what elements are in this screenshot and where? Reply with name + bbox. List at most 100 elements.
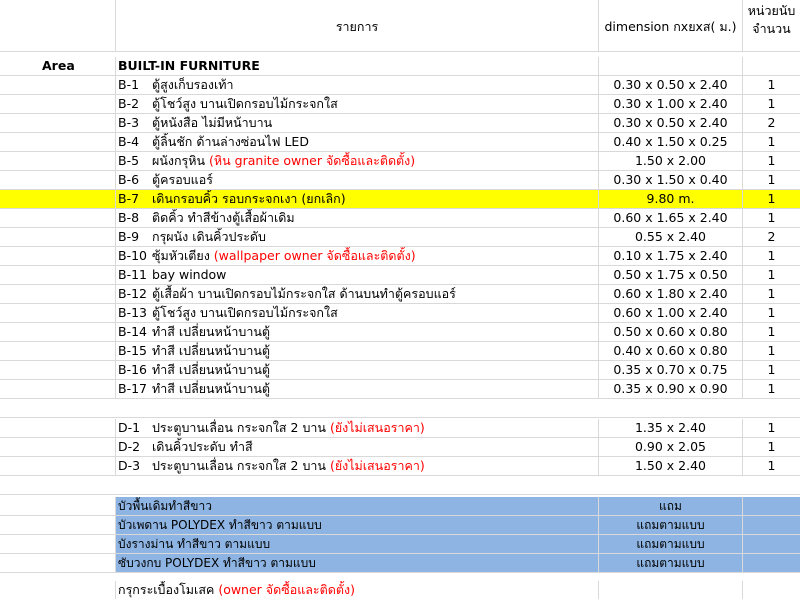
empty-cell[interactable] [0, 554, 116, 572]
empty-cell[interactable] [743, 535, 800, 553]
item-quantity-cell[interactable]: 2 [743, 228, 800, 246]
item-description-cell[interactable]: B-2 ตู้โชว์สูง บานเปิดกรอบไม้กระจกใส [116, 95, 599, 113]
item-quantity-cell[interactable]: 1 [743, 247, 800, 265]
door-dimension-cell[interactable]: 1.50 x 2.40 [599, 457, 743, 475]
mosaic-description-cell[interactable]: กรุกระเบื้องโมเสค (owner จัดซื้อและติดตั… [116, 581, 599, 599]
item-quantity-cell[interactable]: 1 [743, 266, 800, 284]
door-description-cell[interactable]: D-2 เดินคิ้วประดับ ทำสี [116, 438, 599, 456]
empty-cell[interactable] [0, 133, 116, 151]
item-dimension-cell[interactable]: 0.40 x 0.60 x 0.80 [599, 342, 743, 360]
empty-cell[interactable] [743, 581, 800, 599]
item-dimension-cell[interactable]: 0.60 x 1.00 x 2.40 [599, 304, 743, 322]
item-quantity-cell[interactable]: 1 [743, 323, 800, 341]
header-item-cell[interactable]: รายการ [116, 0, 599, 51]
item-quantity-cell[interactable]: 1 [743, 152, 800, 170]
item-dimension-cell[interactable]: 0.50 x 0.60 x 0.80 [599, 323, 743, 341]
empty-cell[interactable] [0, 190, 116, 208]
header-empty-cell[interactable] [0, 0, 116, 51]
item-description-cell[interactable]: B-7 เดินกรอบคิ้ว รอบกระจกเงา (ยกเลิก) [116, 190, 599, 208]
door-quantity-cell[interactable]: 1 [743, 438, 800, 456]
empty-cell[interactable] [0, 535, 116, 553]
door-quantity-cell[interactable]: 1 [743, 457, 800, 475]
extra-dimension-cell[interactable]: แถมตามแบบ [599, 535, 743, 553]
extra-dimension-cell[interactable]: แถม [599, 497, 743, 515]
item-description-cell[interactable]: B-6 ตู้ครอบแอร์ [116, 171, 599, 189]
empty-cell[interactable] [743, 554, 800, 572]
item-quantity-cell[interactable]: 1 [743, 285, 800, 303]
empty-cell[interactable] [0, 380, 116, 398]
item-dimension-cell[interactable]: 0.10 x 1.75 x 2.40 [599, 247, 743, 265]
item-description-cell[interactable]: B-4 ตู้ลิ้นชัก ด้านล่างซ่อนไฟ LED [116, 133, 599, 151]
item-dimension-cell[interactable]: 0.60 x 1.65 x 2.40 [599, 209, 743, 227]
item-quantity-cell[interactable]: 2 [743, 114, 800, 132]
item-description-cell[interactable]: B-5 ผนังกรุหิน (หิน granite owner จัดซื้อ… [116, 152, 599, 170]
item-description-cell[interactable]: B-8 ติดคิ้ว ทำสีข้างตู้เสื้อผ้าเดิม [116, 209, 599, 227]
item-dimension-cell[interactable]: 0.30 x 0.50 x 2.40 [599, 114, 743, 132]
item-quantity-cell[interactable]: 1 [743, 190, 800, 208]
extra-description-cell[interactable]: บัวเพดาน POLYDEX ทำสีขาว ตามแบบ [116, 516, 599, 534]
item-quantity-cell[interactable]: 1 [743, 361, 800, 379]
empty-cell[interactable] [0, 323, 116, 341]
item-quantity-cell[interactable]: 1 [743, 133, 800, 151]
empty-cell[interactable] [0, 76, 116, 94]
item-description-cell[interactable]: B-17 ทำสี เปลี่ยนหน้าบานตู้ [116, 380, 599, 398]
empty-cell[interactable] [0, 171, 116, 189]
item-description-cell[interactable]: B-9 กรุผนัง เดินคิ้วประดับ [116, 228, 599, 246]
area-label[interactable]: Area [0, 57, 116, 75]
item-quantity-cell[interactable]: 1 [743, 209, 800, 227]
item-quantity-cell[interactable]: 1 [743, 171, 800, 189]
item-dimension-cell[interactable]: 0.30 x 1.50 x 0.40 [599, 171, 743, 189]
section-title[interactable]: BUILT-IN FURNITURE [116, 57, 599, 75]
header-unit-cell[interactable]: หน่วยนับ จำนวน [743, 0, 800, 51]
empty-cell[interactable] [0, 228, 116, 246]
empty-cell[interactable] [0, 419, 116, 437]
door-dimension-cell[interactable]: 0.90 x 2.05 [599, 438, 743, 456]
empty-cell[interactable] [0, 497, 116, 515]
item-quantity-cell[interactable]: 1 [743, 342, 800, 360]
item-quantity-cell[interactable]: 1 [743, 380, 800, 398]
door-dimension-cell[interactable]: 1.35 x 2.40 [599, 419, 743, 437]
empty-cell[interactable] [0, 209, 116, 227]
empty-cell[interactable] [0, 581, 116, 599]
empty-cell[interactable] [0, 361, 116, 379]
empty-cell[interactable] [0, 438, 116, 456]
item-description-cell[interactable]: B-12 ตู้เสื้อผ้า บานเปิดกรอบไม้กระจกใส ด้… [116, 285, 599, 303]
empty-cell[interactable] [0, 152, 116, 170]
empty-cell[interactable] [0, 266, 116, 284]
empty-cell[interactable] [0, 516, 116, 534]
item-quantity-cell[interactable]: 1 [743, 95, 800, 113]
item-description-cell[interactable]: B-1 ตู้สูงเก็บรองเท้า [116, 76, 599, 94]
item-dimension-cell[interactable]: 1.50 x 2.00 [599, 152, 743, 170]
item-dimension-cell[interactable]: 0.40 x 1.50 x 0.25 [599, 133, 743, 151]
extra-dimension-cell[interactable]: แถมตามแบบ [599, 516, 743, 534]
door-description-cell[interactable]: D-1 ประตูบานเลื่อน กระจกใส 2 บาน (ยังไม่เ… [116, 419, 599, 437]
item-dimension-cell[interactable]: 0.30 x 1.00 x 2.40 [599, 95, 743, 113]
empty-cell[interactable] [0, 95, 116, 113]
item-dimension-cell[interactable]: 0.30 x 0.50 x 2.40 [599, 76, 743, 94]
item-description-cell[interactable]: B-15 ทำสี เปลี่ยนหน้าบานตู้ [116, 342, 599, 360]
empty-cell[interactable] [743, 516, 800, 534]
item-description-cell[interactable]: B-14 ทำสี เปลี่ยนหน้าบานตู้ [116, 323, 599, 341]
extra-description-cell[interactable]: บังรางม่าน ทำสีขาว ตามแบบ [116, 535, 599, 553]
door-quantity-cell[interactable]: 1 [743, 419, 800, 437]
item-description-cell[interactable]: B-13 ตู้โชว์สูง บานเปิดกรอบไม้กระจกใส [116, 304, 599, 322]
empty-cell[interactable] [0, 304, 116, 322]
empty-cell[interactable] [599, 581, 743, 599]
empty-cell[interactable] [599, 57, 743, 75]
empty-cell[interactable] [743, 57, 800, 75]
empty-cell[interactable] [0, 342, 116, 360]
empty-cell[interactable] [743, 497, 800, 515]
extra-dimension-cell[interactable]: แถมตามแบบ [599, 554, 743, 572]
empty-cell[interactable] [0, 285, 116, 303]
item-quantity-cell[interactable]: 1 [743, 76, 800, 94]
item-dimension-cell[interactable]: 0.60 x 1.80 x 2.40 [599, 285, 743, 303]
item-dimension-cell[interactable]: 0.35 x 0.90 x 0.90 [599, 380, 743, 398]
item-dimension-cell[interactable]: 0.35 x 0.70 x 0.75 [599, 361, 743, 379]
extra-description-cell[interactable]: บัวพื้นเดิมทำสีขาว [116, 497, 599, 515]
item-description-cell[interactable]: B-11 bay window [116, 266, 599, 284]
door-description-cell[interactable]: D-3 ประตูบานเลื่อน กระจกใส 2 บาน (ยังไม่เ… [116, 457, 599, 475]
empty-cell[interactable] [0, 247, 116, 265]
item-quantity-cell[interactable]: 1 [743, 304, 800, 322]
item-description-cell[interactable]: B-10 ซุ้มหัวเตียง (wallpaper owner จัดซื้… [116, 247, 599, 265]
item-dimension-cell[interactable]: 9.80 m. [599, 190, 743, 208]
